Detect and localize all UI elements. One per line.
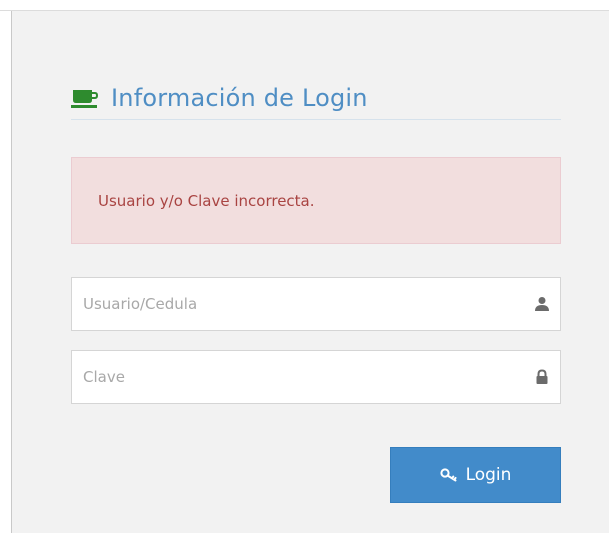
password-field[interactable] [71,350,561,404]
error-message: Usuario y/o Clave incorrecta. [98,191,315,210]
login-panel: Información de Login Usuario y/o Clave i… [11,11,609,533]
password-input[interactable] [72,351,560,403]
key-icon [439,468,458,482]
username-field[interactable] [71,277,561,331]
lock-icon [534,369,550,385]
username-input[interactable] [72,278,560,330]
user-icon [534,296,550,312]
error-alert: Usuario y/o Clave incorrecta. [71,157,561,244]
login-header: Información de Login [71,76,561,120]
login-button[interactable]: Login [390,447,561,503]
login-button-label: Login [465,465,512,485]
coffee-cup-icon [71,87,101,109]
page-title: Información de Login [111,83,368,112]
page: Información de Login Usuario y/o Clave i… [0,0,609,533]
